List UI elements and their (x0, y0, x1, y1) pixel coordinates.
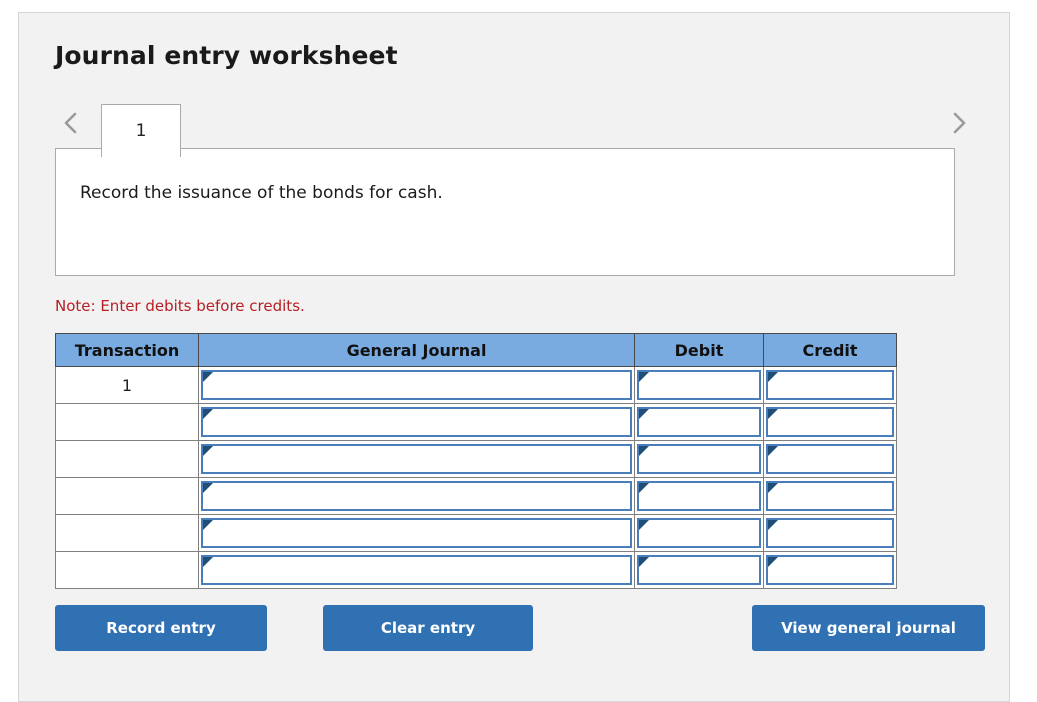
transaction-number-cell (55, 551, 199, 589)
table-head: Transaction General Journal Debit Credit (55, 333, 897, 367)
general-journal-input[interactable] (201, 444, 632, 474)
debit-cell (634, 440, 764, 478)
transaction-number-cell (55, 440, 199, 478)
tab-1[interactable]: 1 (101, 104, 181, 157)
page-title: Journal entry worksheet (55, 41, 398, 70)
debit-input[interactable] (637, 518, 761, 548)
column-header-general-journal: General Journal (198, 333, 635, 367)
credit-cell (763, 514, 897, 552)
debit-cell (634, 477, 764, 515)
credit-input[interactable] (766, 370, 894, 400)
general-journal-cell (198, 366, 635, 404)
record-entry-button[interactable]: Record entry (55, 605, 267, 651)
general-journal-input[interactable] (201, 481, 632, 511)
view-general-journal-button[interactable]: View general journal (752, 605, 985, 651)
table-header-row: Transaction General Journal Debit Credit (55, 333, 897, 367)
general-journal-cell (198, 551, 635, 589)
credit-cell (763, 477, 897, 515)
column-header-debit: Debit (634, 333, 764, 367)
chevron-right-icon[interactable] (943, 103, 975, 143)
debit-cell (634, 403, 764, 441)
column-header-transaction: Transaction (55, 333, 199, 367)
table-body: 1 (55, 366, 897, 589)
debit-input[interactable] (637, 481, 761, 511)
transaction-number-cell (55, 514, 199, 552)
table-row (55, 403, 897, 441)
transaction-number-cell (55, 477, 199, 515)
general-journal-cell (198, 440, 635, 478)
general-journal-input[interactable] (201, 518, 632, 548)
tab-label: 1 (135, 121, 147, 141)
table-row (55, 477, 897, 515)
table-row (55, 514, 897, 552)
debit-input[interactable] (637, 407, 761, 437)
journal-entry-table: Transaction General Journal Debit Credit… (55, 333, 897, 589)
credit-cell (763, 551, 897, 589)
general-journal-cell (198, 477, 635, 515)
transaction-number-cell (55, 403, 199, 441)
debit-input[interactable] (637, 444, 761, 474)
debit-cell (634, 514, 764, 552)
instruction-text: Record the issuance of the bonds for cas… (80, 183, 443, 203)
general-journal-input[interactable] (201, 370, 632, 400)
action-button-bar: Record entry Clear entry View general jo… (55, 605, 985, 653)
table-row (55, 440, 897, 478)
instruction-panel: Record the issuance of the bonds for cas… (55, 148, 955, 276)
tab-list: 1 (101, 95, 181, 157)
transaction-number-cell: 1 (55, 366, 199, 404)
credit-input[interactable] (766, 518, 894, 548)
credit-cell (763, 403, 897, 441)
credit-input[interactable] (766, 407, 894, 437)
debit-cell (634, 551, 764, 589)
journal-entry-worksheet-card: Journal entry worksheet 1 Record the iss… (18, 12, 1010, 702)
debit-input[interactable] (637, 370, 761, 400)
table-row: 1 (55, 366, 897, 404)
chevron-left-icon[interactable] (55, 103, 87, 143)
credit-input[interactable] (766, 555, 894, 585)
general-journal-input[interactable] (201, 407, 632, 437)
credit-cell (763, 440, 897, 478)
general-journal-input[interactable] (201, 555, 632, 585)
card-inner: Journal entry worksheet 1 Record the iss… (19, 13, 1009, 701)
clear-entry-button[interactable]: Clear entry (323, 605, 533, 651)
general-journal-cell (198, 403, 635, 441)
credit-input[interactable] (766, 444, 894, 474)
credit-cell (763, 366, 897, 404)
note-text: Note: Enter debits before credits. (55, 297, 305, 315)
column-header-credit: Credit (763, 333, 897, 367)
credit-input[interactable] (766, 481, 894, 511)
general-journal-cell (198, 514, 635, 552)
table-row (55, 551, 897, 589)
debit-cell (634, 366, 764, 404)
debit-input[interactable] (637, 555, 761, 585)
